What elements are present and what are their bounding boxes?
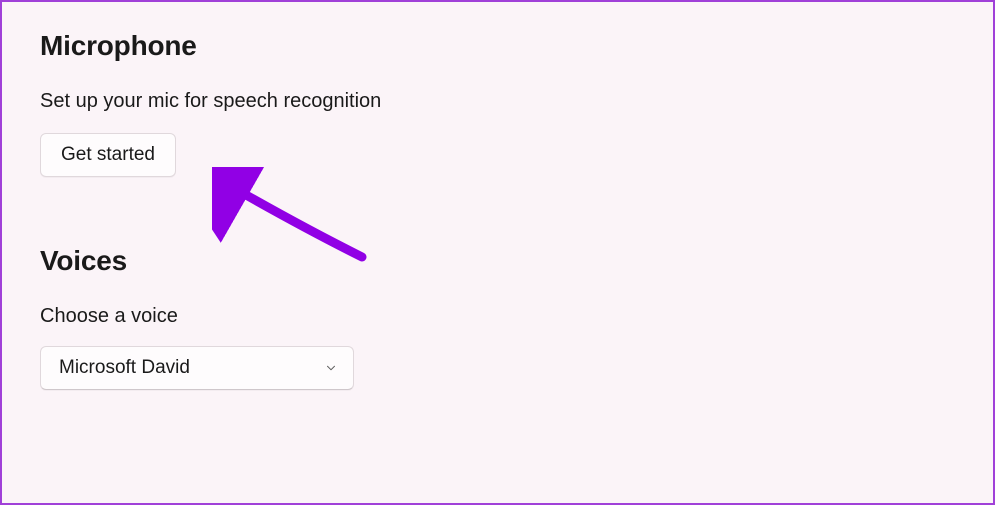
microphone-heading: Microphone bbox=[40, 30, 955, 62]
voice-selected-value: Microsoft David bbox=[59, 357, 190, 379]
get-started-label: Get started bbox=[61, 144, 155, 166]
get-started-button[interactable]: Get started bbox=[40, 133, 176, 177]
voice-dropdown[interactable]: Microsoft David bbox=[40, 346, 354, 390]
microphone-description: Set up your mic for speech recognition bbox=[40, 90, 955, 113]
chevron-down-icon bbox=[323, 360, 339, 376]
voices-heading: Voices bbox=[40, 245, 955, 277]
choose-voice-label: Choose a voice bbox=[40, 305, 955, 328]
